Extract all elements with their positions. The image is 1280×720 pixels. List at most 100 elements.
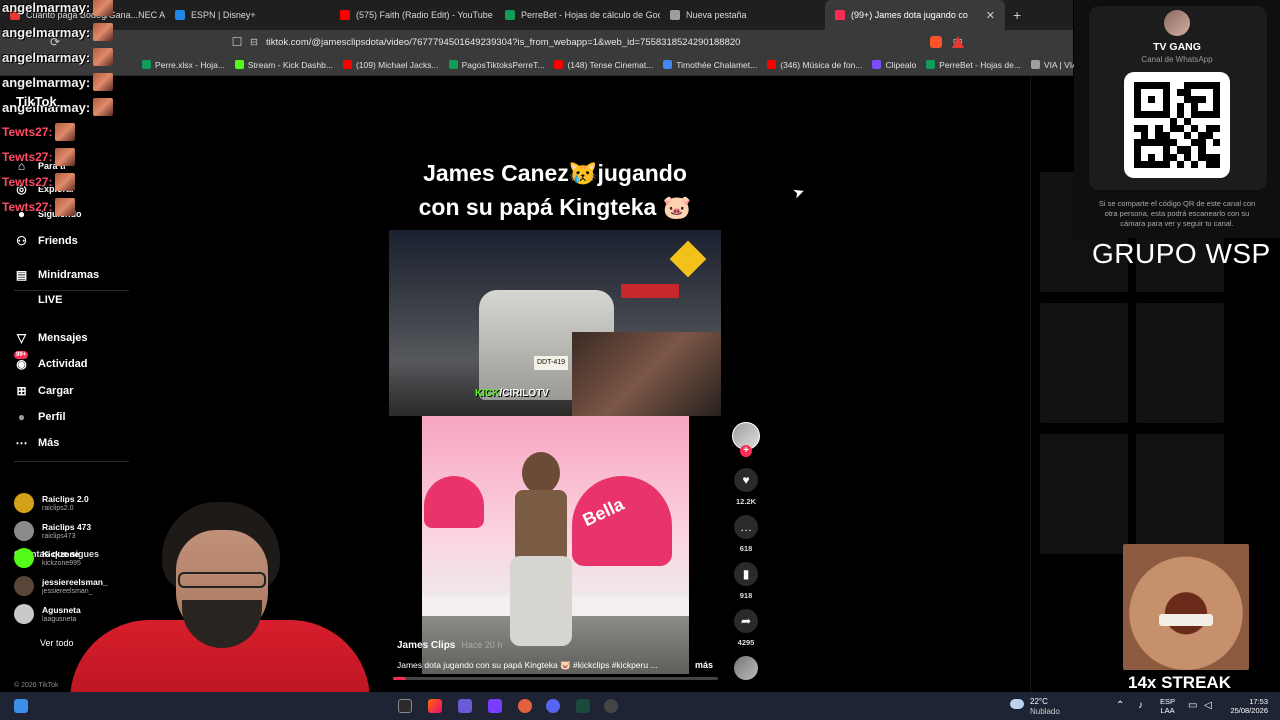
brave-shield-icon[interactable]: [930, 36, 942, 48]
browser-tab[interactable]: ESPN | Disney+: [165, 0, 330, 30]
browser-tab[interactable]: (99+) James dota jugando co ✕: [825, 0, 1005, 30]
tiktok-logo[interactable]: TikTok: [16, 94, 57, 109]
channel-info[interactable]: James Clips Hace 20 h: [397, 640, 502, 651]
bookmark-item[interactable]: PerreBet - Hojas de...: [926, 60, 1021, 70]
browser-tab[interactable]: (575) Faith (Radio Edit) - YouTube: [330, 0, 495, 30]
app-grid-icon[interactable]: [458, 699, 472, 713]
sidebar-item-minidramas[interactable]: ▤ Minidramas: [14, 268, 99, 282]
sidebar-item-actividad[interactable]: ◉ Actividad 99+: [14, 351, 88, 371]
bookmark-label: PerreBet - Hojas de...: [939, 59, 1021, 70]
bookmark-item[interactable]: (346) Música de fon...: [767, 60, 862, 70]
bookmark-item[interactable]: Timothée Chalamet...: [663, 60, 757, 70]
bookmark-item[interactable]: (109) Michael Jacks...: [342, 60, 439, 70]
language-indicator[interactable]: ESP LAA: [1160, 697, 1175, 715]
volume-icon[interactable]: ◁: [1204, 700, 1212, 711]
qr-module: [1169, 124, 1177, 133]
qr-module: [1134, 103, 1142, 111]
site-info-icon[interactable]: ⊟: [250, 37, 258, 48]
browser-tab[interactable]: Nueva pestaña: [660, 0, 825, 30]
network-icon[interactable]: ▭: [1188, 700, 1197, 711]
video-clip-street[interactable]: DDT-419 KICK/CIRILOTV: [389, 230, 721, 416]
bookmark-item[interactable]: PagosTiktoksPerreT...: [448, 59, 545, 70]
new-tab-icon[interactable]: +: [1005, 7, 1029, 23]
browser-tab[interactable]: Cuanto paga Bodog/Gana...NEC Apu: [0, 0, 165, 30]
system-clock[interactable]: 17:53 25/08/2026: [1224, 697, 1268, 715]
qr-module: [1212, 117, 1220, 125]
app-icon[interactable]: [518, 699, 532, 713]
qr-module: [1169, 96, 1177, 104]
qr-module: [1155, 124, 1163, 133]
recommended-tile[interactable]: [1040, 303, 1128, 423]
share-button[interactable]: ➦ 4295: [730, 609, 762, 647]
obs-icon[interactable]: [604, 699, 618, 713]
qr-module: [1184, 124, 1192, 133]
bookmark-item[interactable]: Perre.xlsx - Hoja...: [142, 60, 225, 70]
whatsapp-channel-overlay: TV GANG Canal de WhatsApp Si se comparte…: [1074, 0, 1280, 238]
channel-name[interactable]: James Clips: [397, 640, 455, 651]
url-field[interactable]: ⊟ tiktok.com/@jamesclipsdota/video/76777…: [250, 32, 975, 52]
bookmark-favicon-icon: [926, 60, 936, 69]
video-progress-bar[interactable]: [393, 677, 718, 680]
more-button[interactable]: más: [695, 660, 713, 670]
qr-module: [1198, 103, 1206, 111]
bookmark-icon[interactable]: ☐: [226, 35, 248, 49]
browser-tab[interactable]: PerreBet - Hojas de cálculo de Google: [495, 0, 660, 30]
discord-icon[interactable]: [546, 699, 560, 713]
qr-module: [1184, 96, 1192, 104]
recommended-tile[interactable]: [1040, 434, 1128, 554]
qr-module: [1212, 82, 1220, 90]
tab-title: (99+) James dota jugando co: [851, 10, 968, 20]
qr-module: [1191, 160, 1199, 168]
bookmark-item[interactable]: Stream - Kick Dashb...: [234, 59, 333, 70]
windows-start-icon[interactable]: [14, 699, 28, 713]
bookmark-item[interactable]: VIA | VIA: [1030, 60, 1078, 70]
save-button[interactable]: ▮ 918: [730, 562, 762, 600]
bookmark-item[interactable]: Clipealo: [872, 60, 916, 70]
tab-close-icon[interactable]: ✕: [986, 9, 995, 22]
bookmark-label: PagosTiktoksPerreT...: [461, 59, 545, 70]
recommended-tile[interactable]: [1136, 303, 1224, 423]
like-button[interactable]: ♥ 12.2K: [730, 468, 762, 506]
qr-module: [1198, 117, 1206, 125]
sidebar-item-m-s[interactable]: ⋯ Más: [14, 436, 60, 450]
sidebar-item-perfil[interactable]: ● Perfil: [14, 410, 66, 424]
app-icon[interactable]: [428, 699, 442, 713]
microphone-icon[interactable]: ♪: [1138, 700, 1143, 711]
sound-button[interactable]: [730, 656, 762, 680]
qr-module: [1162, 117, 1170, 125]
kid-figure: [510, 452, 572, 662]
pedestrian-sign: [669, 240, 707, 278]
visual-studio-icon[interactable]: [488, 699, 502, 713]
kid-legs: [510, 556, 572, 646]
video-clip-kid[interactable]: Bella: [422, 416, 689, 674]
creator-avatar-button[interactable]: +: [730, 422, 762, 457]
comment-button[interactable]: … 618: [730, 515, 762, 553]
sidebar-item-para-ti[interactable]: ⌂ Para ti: [14, 159, 66, 173]
sidebar-item-cargar[interactable]: ⊞ Cargar: [14, 384, 73, 398]
recommended-tile[interactable]: [1136, 434, 1224, 554]
qr-module: [1134, 139, 1142, 147]
task-view-icon[interactable]: [398, 699, 412, 713]
qr-module: [1169, 89, 1177, 97]
sidebar-item-explorar[interactable]: ◎ Explorar: [14, 182, 74, 196]
sidebar-item-friends[interactable]: ⚇ Friends: [14, 234, 78, 248]
qr-module: [1141, 146, 1149, 154]
bookmark-item[interactable]: (148) Tense Cinemat...: [554, 60, 653, 70]
glasses: [178, 572, 266, 588]
sidebar-item-siguiendo[interactable]: ● Siguiendo: [14, 207, 82, 221]
terminal-icon[interactable]: [576, 699, 590, 713]
qr-module: [1141, 153, 1149, 161]
qr-module: [1184, 139, 1192, 147]
reload-icon[interactable]: ⟳: [44, 35, 66, 49]
sidebar-item-label: Para ti: [38, 161, 66, 171]
bookmark-label: Stream - Kick Dashb...: [247, 59, 333, 70]
chevron-up-icon[interactable]: ⌃: [1116, 700, 1124, 711]
qr-module: [1191, 139, 1199, 147]
sidebar-item-live[interactable]: LIVE: [14, 294, 62, 306]
qr-module: [1134, 96, 1142, 104]
streak-counter: 14x STREAK: [1128, 673, 1231, 692]
sidebar-item-mensajes[interactable]: ▽ Mensajes: [14, 331, 88, 345]
follow-plus-icon[interactable]: +: [740, 445, 752, 457]
profile-icon: ●: [17, 410, 26, 424]
see-all-link[interactable]: Ver todo: [40, 638, 74, 648]
